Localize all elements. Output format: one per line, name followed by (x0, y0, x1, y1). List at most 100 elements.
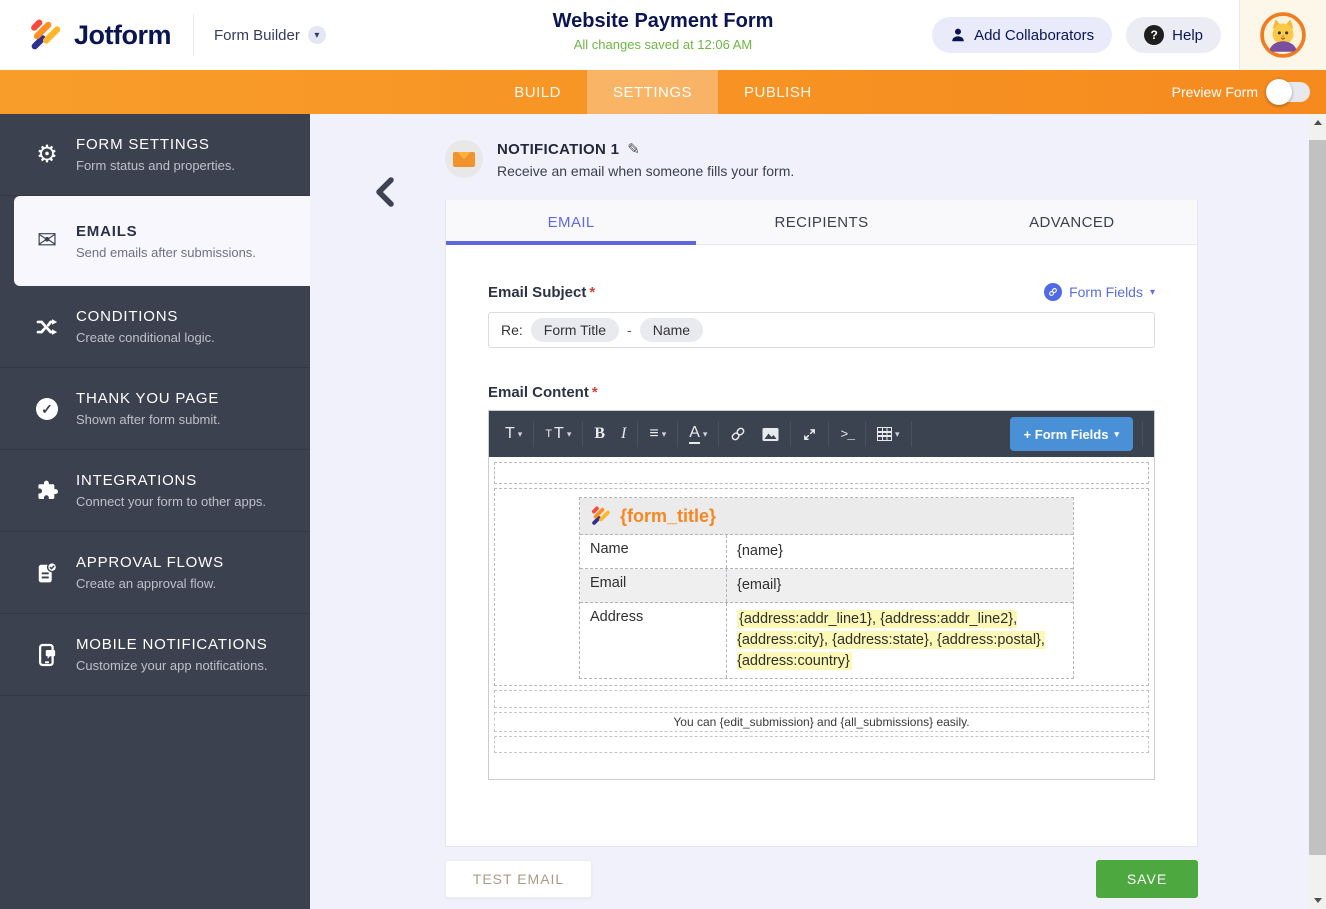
back-chevron-icon (372, 176, 396, 208)
image-icon[interactable] (754, 419, 787, 449)
email-tabs: EMAIL RECIPIENTS ADVANCED (446, 200, 1197, 245)
tab-recipients[interactable]: RECIPIENTS (696, 200, 946, 244)
edit-pencil-icon[interactable]: ✎ (627, 140, 640, 158)
jotform-logo-icon (28, 17, 64, 53)
sidebar-item-label: MOBILE NOTIFICATIONS (76, 636, 268, 653)
footer-text-block[interactable]: You can {edit_submission} and {all_submi… (494, 712, 1149, 732)
form-fields-label: Form Fields (1069, 284, 1143, 300)
empty-content-block[interactable] (494, 462, 1149, 484)
notification-header: NOTIFICATION 1 ✎ Receive an email when s… (445, 140, 794, 179)
approval-doc-icon (32, 562, 62, 584)
app-header: Jotform Form Builder ▾ Website Payment F… (0, 0, 1326, 70)
align-left-icon[interactable]: ≡▾ (641, 419, 674, 449)
help-button[interactable]: ? Help (1126, 17, 1221, 53)
empty-content-block[interactable] (494, 736, 1149, 753)
sidebar-item-description: Form status and properties. (76, 158, 235, 173)
puzzle-icon (32, 480, 62, 502)
sidebar-item-thank-you-page[interactable]: ✓ THANK YOU PAGE Shown after form submit… (0, 368, 310, 450)
required-asterisk: * (589, 284, 595, 301)
sidebar-item-label: THANK YOU PAGE (76, 390, 221, 407)
sidebar-item-description: Create an approval flow. (76, 576, 224, 591)
sidebar-item-conditions[interactable]: CONDITIONS Create conditional logic. (0, 286, 310, 368)
help-label: Help (1172, 27, 1203, 44)
email-preview-table[interactable]: {form_title} Name {name} Email {email} (579, 497, 1074, 679)
table-icon[interactable]: ▾ (869, 419, 908, 449)
email-content-label: Email Content* (488, 384, 1155, 401)
active-tab-underline (446, 241, 696, 245)
email-subject-input[interactable]: Re: Form Title - Name (488, 312, 1155, 348)
avatar[interactable] (1260, 12, 1306, 58)
jotform-logo[interactable]: Jotform (28, 17, 171, 53)
sidebar-item-description: Connect your form to other apps. (76, 494, 266, 509)
sidebar-item-label: EMAILS (76, 223, 256, 240)
font-size-icon[interactable]: TT▾ (537, 419, 579, 449)
sidebar-item-label: INTEGRATIONS (76, 472, 266, 489)
subject-chip-form-title[interactable]: Form Title (531, 318, 619, 342)
notification-subtitle: Receive an email when someone fills your… (497, 163, 794, 179)
save-button[interactable]: SAVE (1096, 860, 1198, 898)
form-fields-dropdown[interactable]: Form Fields ▾ (1044, 283, 1155, 301)
sidebar-item-label: CONDITIONS (76, 308, 215, 325)
sidebar-item-label: FORM SETTINGS (76, 136, 235, 153)
sidebar-item-description: Shown after form submit. (76, 412, 221, 427)
add-collaborators-button[interactable]: Add Collaborators (932, 17, 1112, 53)
font-family-icon[interactable]: T▾ (497, 419, 530, 449)
form-fields-insert-button[interactable]: + Form Fields▾ (1010, 417, 1133, 451)
empty-content-block[interactable] (494, 690, 1149, 708)
sidebar-item-description: Customize your app notifications. (76, 658, 268, 673)
text-color-icon[interactable]: A▾ (681, 419, 715, 449)
table-row[interactable]: Email {email} (580, 569, 1073, 603)
sidebar-item-integrations[interactable]: INTEGRATIONS Connect your form to other … (0, 450, 310, 532)
action-buttons: TEST EMAIL SAVE (445, 860, 1198, 898)
envelope-icon: ✉ (32, 229, 62, 253)
bold-icon[interactable]: B (586, 419, 613, 449)
notification-title: NOTIFICATION 1 (497, 141, 619, 158)
italic-icon[interactable]: I (613, 419, 634, 449)
email-preview-block[interactable]: {form_title} Name {name} Email {email} (494, 488, 1149, 686)
subject-prefix: Re: (501, 322, 523, 338)
product-switcher[interactable]: Form Builder ▾ (214, 26, 326, 44)
sidebar-item-emails[interactable]: ✉ EMAILS Send emails after submissions. (14, 196, 310, 286)
link-badge-icon (1044, 283, 1062, 301)
settings-sidebar: ⚙ FORM SETTINGS Form status and properti… (0, 114, 310, 909)
mode-nav-bar: BUILD SETTINGS PUBLISH Preview Form (0, 70, 1326, 114)
email-body-editor[interactable]: {form_title} Name {name} Email {email} (489, 457, 1154, 779)
sidebar-item-approval-flows[interactable]: APPROVAL FLOWS Create an approval flow. (0, 532, 310, 614)
scroll-down-arrow[interactable] (1309, 892, 1326, 909)
preview-header-row[interactable]: {form_title} (580, 498, 1073, 535)
email-subject-label: Email Subject* (488, 284, 595, 301)
tab-email[interactable]: EMAIL (446, 200, 696, 244)
notification-email-icon (445, 140, 483, 178)
code-view-icon[interactable]: >_ (832, 419, 862, 449)
check-circle-icon: ✓ (32, 398, 62, 420)
sidebar-item-form-settings[interactable]: ⚙ FORM SETTINGS Form status and properti… (0, 114, 310, 196)
person-icon (950, 27, 966, 43)
email-settings-card: EMAIL RECIPIENTS ADVANCED Email Subject* (445, 200, 1198, 847)
mobile-phone-icon (32, 643, 62, 667)
scrollbar-thumb[interactable] (1309, 140, 1326, 855)
jotform-logo-icon (590, 505, 612, 527)
preview-form-toggle[interactable] (1268, 82, 1310, 102)
table-row[interactable]: Address {address:addr_line1}, {address:a… (580, 603, 1073, 678)
vertical-scrollbar[interactable] (1309, 114, 1326, 909)
tab-advanced[interactable]: ADVANCED (947, 200, 1197, 244)
nav-tab-settings[interactable]: SETTINGS (587, 70, 718, 114)
expand-icon[interactable] (794, 419, 825, 449)
sidebar-item-mobile-notifications[interactable]: MOBILE NOTIFICATIONS Customize your app … (0, 614, 310, 696)
table-row[interactable]: Name {name} (580, 535, 1073, 569)
row-value: {email} (726, 569, 1073, 602)
subject-chip-name[interactable]: Name (640, 318, 703, 342)
scroll-up-arrow[interactable] (1309, 114, 1326, 131)
nav-tab-build[interactable]: BUILD (488, 70, 587, 114)
sidebar-item-description: Send emails after submissions. (76, 245, 256, 260)
test-email-button[interactable]: TEST EMAIL (445, 860, 592, 898)
question-icon: ? (1144, 25, 1164, 45)
back-button[interactable] (372, 176, 402, 210)
link-icon[interactable] (722, 419, 754, 449)
subject-separator: - (627, 322, 632, 338)
toggle-knob (1266, 79, 1292, 105)
sidebar-item-label: APPROVAL FLOWS (76, 554, 224, 571)
avatar-zone (1240, 0, 1326, 70)
nav-tab-publish[interactable]: PUBLISH (718, 70, 838, 114)
row-label: Email (580, 569, 726, 602)
